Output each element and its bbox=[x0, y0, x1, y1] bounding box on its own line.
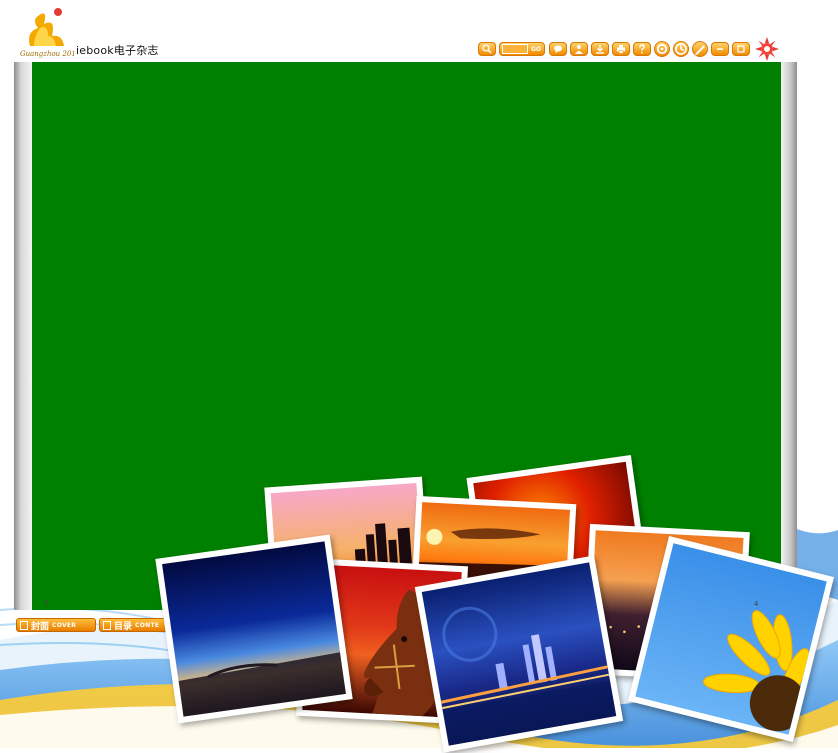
dusk-horizon-photo bbox=[155, 534, 353, 724]
minimize-button[interactable] bbox=[711, 42, 729, 56]
clock-button[interactable] bbox=[673, 41, 689, 57]
print-button[interactable] bbox=[612, 42, 630, 56]
toolbar: GO bbox=[478, 37, 779, 61]
minimize-icon bbox=[717, 48, 723, 50]
maximize-button[interactable] bbox=[732, 42, 750, 56]
download-icon bbox=[596, 45, 604, 54]
app-title: iebook电子杂志 bbox=[76, 44, 159, 57]
magnifier-button[interactable] bbox=[478, 42, 496, 56]
user-icon bbox=[575, 45, 583, 54]
help-button[interactable] bbox=[633, 42, 651, 56]
book-right-edge bbox=[781, 62, 797, 610]
go-button[interactable]: GO bbox=[531, 46, 541, 53]
maximize-icon bbox=[737, 45, 745, 53]
cover-label: 封面 bbox=[31, 621, 50, 632]
pencil-button[interactable] bbox=[692, 41, 708, 57]
cover-sub-label: COVER bbox=[52, 621, 77, 629]
cover-button[interactable]: 封面 COVER bbox=[16, 618, 96, 632]
settings-button[interactable] bbox=[654, 41, 670, 57]
user-button[interactable] bbox=[570, 42, 588, 56]
right-page-number: 4 bbox=[754, 600, 759, 608]
magnifier-icon bbox=[482, 44, 492, 54]
comment-icon bbox=[554, 45, 562, 54]
contents-sub-label: CONTE bbox=[135, 621, 160, 629]
sun-close-icon[interactable] bbox=[755, 37, 779, 61]
book-icon bbox=[20, 620, 28, 630]
comment-button[interactable] bbox=[549, 42, 567, 56]
left-page-number: 3 bbox=[44, 599, 49, 607]
page-number-input[interactable] bbox=[502, 44, 528, 54]
list-icon bbox=[103, 620, 111, 630]
clock-icon bbox=[675, 43, 687, 55]
contents-label: 目录 bbox=[114, 621, 133, 632]
torch-flame-logo-icon: Guangzhou 2010 bbox=[20, 8, 74, 58]
logo-text: Guangzhou 2010 bbox=[20, 50, 74, 58]
print-icon bbox=[617, 45, 625, 54]
pencil-icon bbox=[695, 45, 705, 56]
download-button[interactable] bbox=[591, 42, 609, 56]
book-left-edge bbox=[14, 62, 32, 610]
night-city-bridge-photo bbox=[414, 555, 624, 753]
help-icon bbox=[639, 44, 645, 54]
settings-icon bbox=[656, 43, 668, 55]
goto-page-box: GO bbox=[499, 42, 545, 56]
